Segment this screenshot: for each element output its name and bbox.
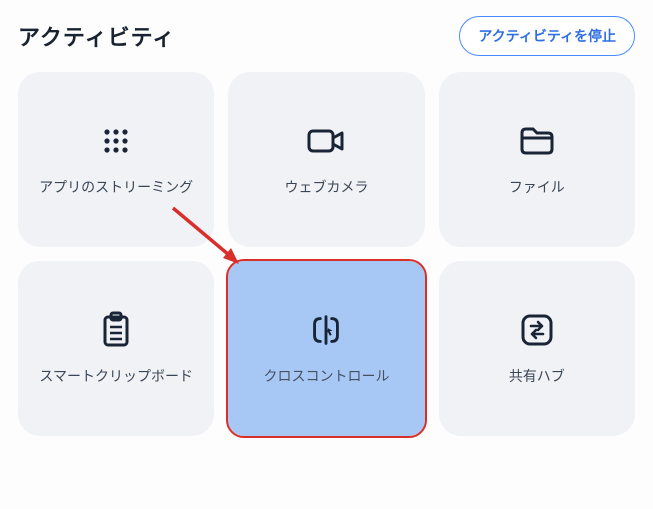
tile-label: 共有ハブ	[509, 366, 565, 387]
swap-icon	[517, 310, 557, 350]
tile-label: アプリのストリーミング	[39, 177, 193, 198]
tile-smart-clipboard[interactable]: スマートクリップボード	[18, 261, 214, 436]
header: アクティビティ アクティビティを停止	[0, 0, 653, 64]
cross-control-icon	[306, 310, 346, 350]
tile-label: クロスコントロール	[263, 366, 389, 387]
tile-webcam[interactable]: ウェブカメラ	[228, 72, 424, 247]
page-title: アクティビティ	[18, 20, 175, 52]
tile-file[interactable]: ファイル	[439, 72, 635, 247]
tile-label: スマートクリップボード	[39, 366, 193, 387]
tile-app-streaming[interactable]: アプリのストリーミング	[18, 72, 214, 247]
folder-icon	[517, 121, 557, 161]
camera-icon	[306, 121, 346, 161]
stop-activity-button[interactable]: アクティビティを停止	[459, 16, 635, 56]
tile-cross-control[interactable]: クロスコントロール	[228, 261, 424, 436]
activity-grid: アプリのストリーミング ウェブカメラ ファイル	[0, 64, 653, 454]
clipboard-icon	[96, 310, 136, 350]
tile-label: ファイル	[509, 177, 565, 198]
app-grid-icon	[96, 121, 136, 161]
tile-label: ウェブカメラ	[284, 177, 368, 198]
tile-share-hub[interactable]: 共有ハブ	[439, 261, 635, 436]
